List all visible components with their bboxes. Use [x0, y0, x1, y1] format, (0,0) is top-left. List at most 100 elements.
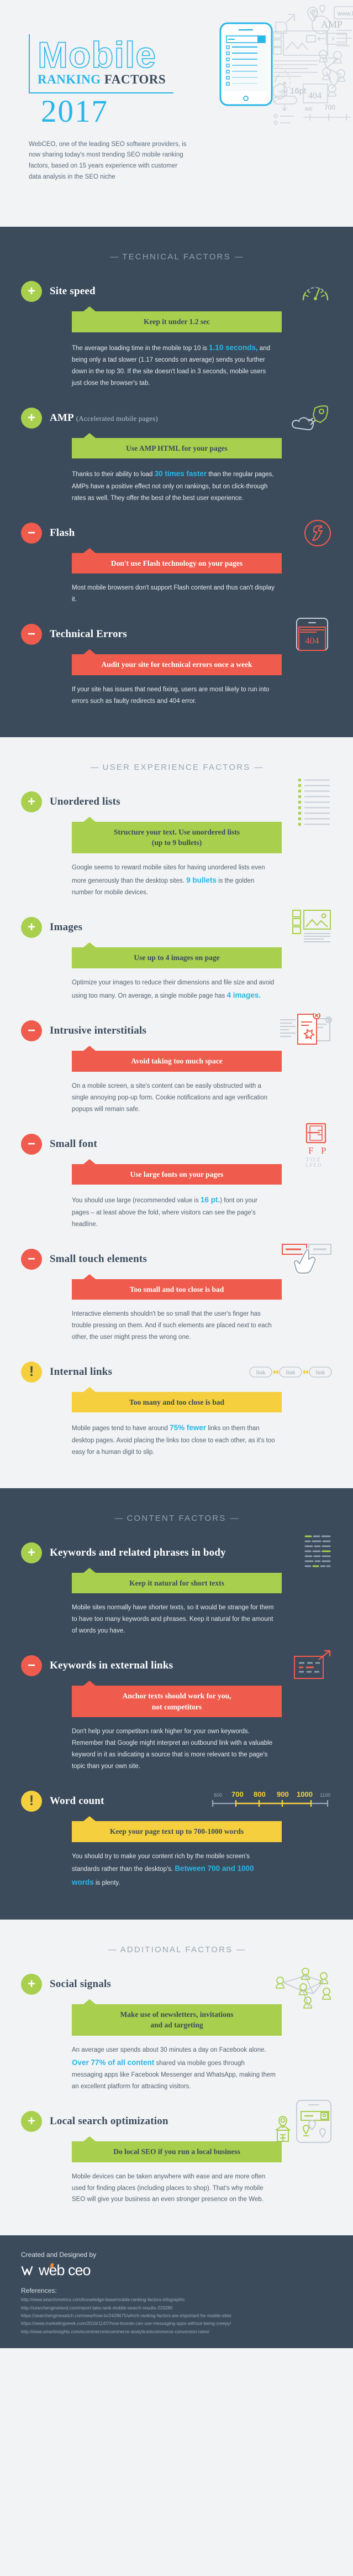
rocket-icon	[291, 404, 332, 432]
section-ux: — USER EXPERIENCE FACTORS — + Unordered list…	[0, 737, 353, 1488]
dash-left: —	[90, 762, 99, 772]
factor-item: − Flash Don't use Flash technology on you…	[0, 508, 353, 609]
svg-text:1100: 1100	[320, 1792, 330, 1798]
factor-title-text: Images	[50, 921, 83, 934]
dash-left: —	[110, 252, 119, 262]
factor-head: − Small font F P T O Z L P E D	[21, 1123, 332, 1167]
factor-item: − Intrusive interstitials $ Avoid taking t…	[0, 1005, 353, 1118]
description-text: Mobile sites normally have shorter texts…	[72, 1604, 274, 1635]
factor-title-text: Technical Errors	[50, 628, 127, 640]
factor-head: + Unordered lists	[21, 778, 332, 826]
highlight-stat: 4 images.	[226, 990, 261, 999]
factor-callout-banner: Don't use Flash technology on your pages	[72, 547, 282, 574]
minus-badge-icon: −	[21, 1133, 42, 1155]
warning-badge-icon: !	[21, 1790, 42, 1812]
svg-text:link: link	[256, 1369, 266, 1376]
plus-badge-icon: +	[21, 407, 42, 429]
plus-badge-icon: +	[21, 281, 42, 302]
highlight-stat: 1.10 seconds,	[209, 343, 258, 352]
factor-title: Keywords in external links	[50, 1660, 173, 1672]
reference-link[interactable]: http://searchengineland.com/report-take-…	[21, 2304, 353, 2312]
svg-text:700: 700	[231, 1790, 244, 1798]
factor-title: Local search optimization	[50, 2115, 168, 2127]
reference-link[interactable]: http://www.smartinsights.com/ecommerce/e…	[21, 2328, 353, 2336]
factor-title-text: AMP	[50, 411, 73, 424]
factor-head: − Flash	[21, 519, 332, 546]
plus-badge-icon: +	[21, 1973, 42, 1995]
reference-link[interactable]: http://www.searchmetrics.com/knowledge-b…	[21, 2296, 353, 2304]
references-label: References:	[21, 2287, 57, 2295]
description-text: Most mobile browsers don't support Flash…	[72, 585, 275, 603]
factor-item: + Local search optimization Do local SEO …	[0, 2096, 353, 2209]
factor-callout-text: Use AMP HTML for your pages	[126, 444, 228, 452]
factor-description: Thanks to their ability to load 30 times…	[72, 467, 276, 504]
factor-title: Intrusive interstitials	[50, 1025, 146, 1037]
factor-title: Unordered lists	[50, 796, 120, 808]
factor-item: − Small font F P T O Z L P E D Use large f…	[0, 1119, 353, 1234]
title-ranking-factors: RANKING FACTORS	[30, 72, 173, 88]
webceo-mark-icon	[21, 2266, 33, 2276]
factor-head: − Keywords in external links	[21, 1650, 332, 1680]
word-count-scale-icon: 600 700 800 900 1000 1100	[210, 1789, 332, 1813]
external-link-icon	[293, 1650, 332, 1682]
factor-title-text: Small font	[50, 1138, 97, 1150]
svg-text:link: link	[286, 1369, 296, 1376]
svg-text:1000: 1000	[297, 1790, 313, 1798]
svg-text:link: link	[315, 1369, 325, 1376]
svg-text:P: P	[321, 1145, 326, 1156]
factor-callout-banner: Too small and too close is bad	[72, 1274, 282, 1300]
description-text: An average user spends about 30 minutes …	[72, 2046, 266, 2053]
highlight-stat: 75% fewer	[170, 1423, 207, 1432]
speedometer-icon	[299, 278, 332, 305]
bullet-list-icon	[298, 778, 332, 826]
reference-link[interactable]: https://searchenginewatch.com/sew/how-to…	[21, 2312, 353, 2320]
reference-link[interactable]: https://www.marketingweek.com/2016/11/07…	[21, 2320, 353, 2328]
svg-text:800: 800	[254, 1790, 266, 1798]
factor-callout-banner: Audit your site for technical errors onc…	[72, 649, 282, 675]
description-text: is plenty.	[93, 1880, 120, 1887]
factor-item: + Images Use up to 4 images on page Optimi…	[0, 902, 353, 1005]
factor-description: Optimize your images to reduce their dim…	[72, 977, 276, 1002]
factor-description: If your site has issues that need fixing…	[72, 684, 276, 707]
highlight-stat: 30 times faster	[154, 470, 207, 478]
description-text: The average loading time in the mobile t…	[72, 345, 209, 352]
factor-title: Site speed	[50, 285, 96, 298]
section-title-text: USER EXPERIENCE FACTORS	[102, 762, 251, 772]
title-mobile: Mobile	[37, 34, 156, 75]
svg-text:F: F	[308, 1145, 313, 1156]
factor-item: ! Word count 600 700 800 900 1000 1100 Ke…	[0, 1776, 353, 1893]
description-text: Interactive elements shouldn't be so sma…	[72, 1311, 272, 1341]
tap-hand-icon	[281, 1242, 332, 1276]
factor-callout-text: Keep it natural for short texts	[129, 1578, 224, 1587]
factor-title-text: Keywords in external links	[50, 1660, 173, 1672]
factor-head: + Local search optimization	[21, 2100, 332, 2144]
factor-callout-text: Do local SEO if you run a local business	[113, 2147, 240, 2156]
factor-title-text: Flash	[50, 526, 75, 539]
factor-item: + AMP (Accelerated mobile pages) Use AMP …	[0, 393, 353, 508]
minus-badge-icon: −	[21, 522, 42, 544]
section-title-text: ADDITIONAL FACTORS	[120, 1944, 233, 1954]
title-year: 2017	[41, 93, 108, 129]
factor-callout-text: Too many and too close is bad	[129, 1397, 225, 1406]
factor-description: Don't help your competitors rank higher …	[72, 1726, 276, 1772]
factor-callout-banner: Do local SEO if you run a local business	[72, 2136, 282, 2162]
factor-description: Interactive elements shouldn't be so sma…	[72, 1308, 276, 1343]
factor-callout-banner: Use up to 4 images on page	[72, 942, 282, 968]
section-technical: — TECHNICAL FACTORS — + Site speed Keep it u…	[0, 227, 353, 737]
factor-callout-text: Make use of newsletters, invitations and …	[120, 2010, 234, 2030]
minus-badge-icon: −	[21, 1655, 42, 1677]
factor-title-text: Intrusive interstitials	[50, 1025, 147, 1037]
highlight-stat: Over 77% of all content	[72, 2058, 155, 2067]
factor-head: + Keywords and related phrases in body	[21, 1535, 332, 1567]
section-content: — CONTENT FACTORS — + Keywords and related p…	[0, 1488, 353, 1920]
factor-title: Social signals	[50, 1978, 111, 1990]
factor-head: + Social signals	[21, 1967, 332, 2009]
factor-title-text: Local search optimization	[50, 2115, 168, 2127]
webceo-dot-icon	[49, 2262, 55, 2269]
factor-head: − Intrusive interstitials $	[21, 1013, 332, 1045]
factor-callout-text: Use large fonts on your pages	[130, 1170, 224, 1179]
title-factors: FACTORS	[104, 72, 166, 86]
